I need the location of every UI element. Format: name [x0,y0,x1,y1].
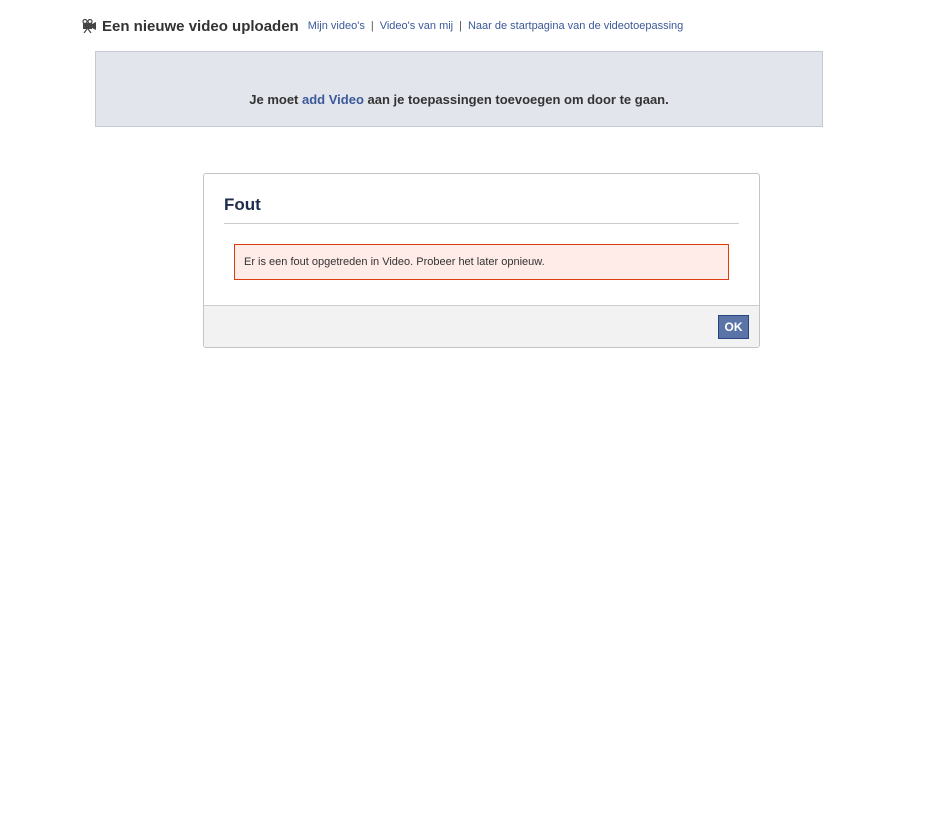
dialog-title: Fout [224,195,261,214]
error-message-box: Er is een fout opgetreden in Video. Prob… [234,244,729,280]
ok-button[interactable]: OK [718,315,749,339]
error-message: Er is een fout opgetreden in Video. Prob… [244,256,545,268]
video-camera-icon [80,18,97,34]
nav-separator: | [370,20,374,32]
add-video-link[interactable]: add Video [302,92,364,107]
header-nav: Mijn video's | Video's van mij | Naar de… [308,20,684,32]
page-header: Een nieuwe video uploaden Mijn video's |… [80,15,683,37]
error-dialog: Fout Er is een fout opgetreden in Video.… [203,173,760,348]
nav-separator: | [459,20,462,32]
notice-prefix: Je moet [249,92,302,107]
dialog-footer: OK [204,305,759,347]
nav-link-videos-of-me[interactable]: Video's van mij [380,20,453,32]
nav-link-my-videos[interactable]: Mijn video's [308,20,365,32]
app-permission-notice: Je moet add Video aan je toepassingen to… [95,51,823,127]
dialog-divider [224,223,739,224]
page-title: Een nieuwe video uploaden [102,17,299,35]
nav-link-video-home[interactable]: Naar de startpagina van de videotoepassi… [468,20,683,32]
notice-suffix: aan je toepassingen toevoegen om door te… [363,92,669,107]
